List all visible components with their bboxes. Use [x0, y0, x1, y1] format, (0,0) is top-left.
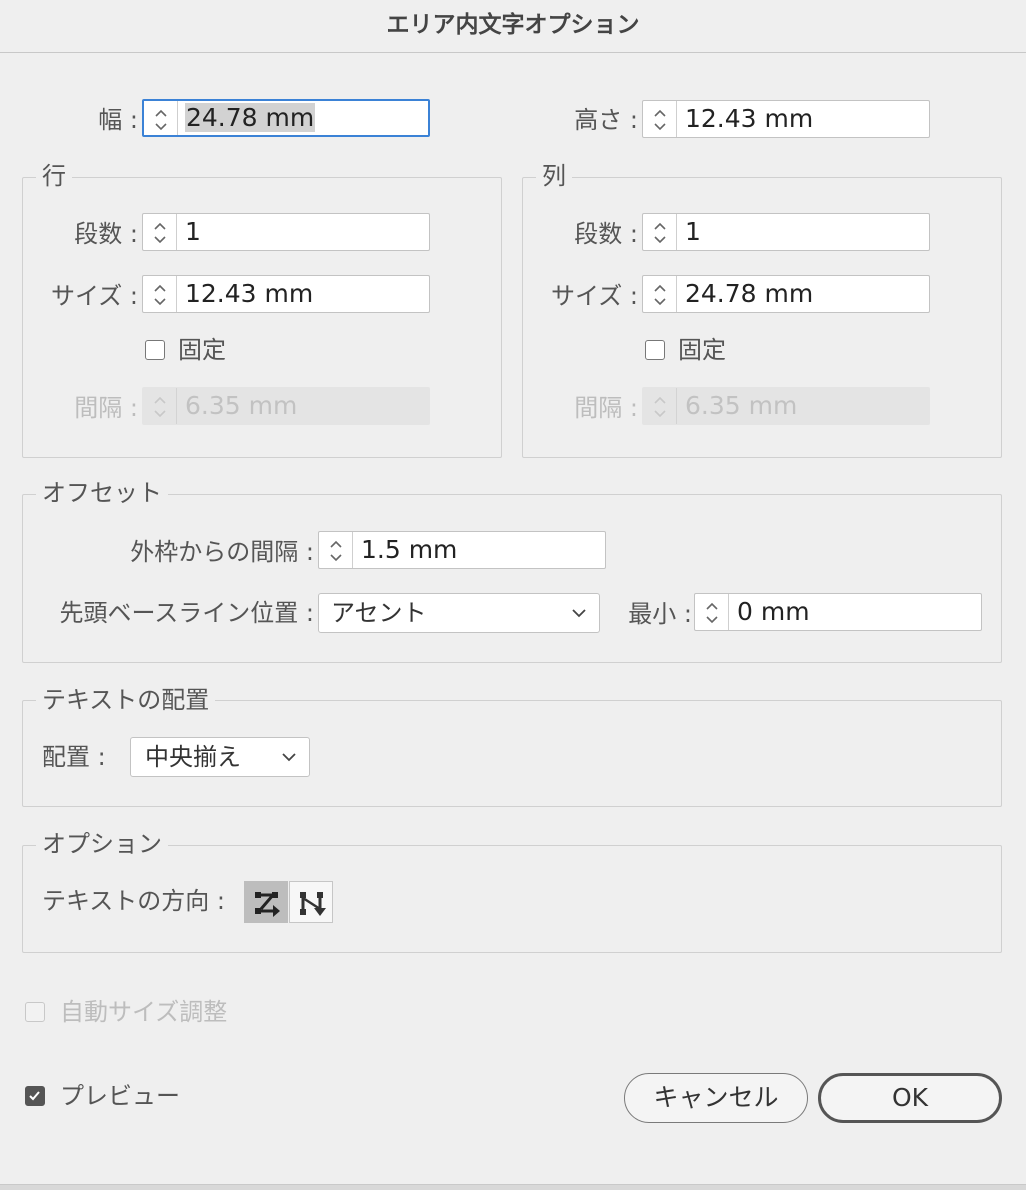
- dialog-title: エリア内文字オプション: [0, 0, 1026, 53]
- alignment-group-title: テキストの配置: [36, 685, 216, 715]
- checkmark-icon: [29, 1091, 40, 1101]
- stepper-arrows-icon: [155, 109, 167, 131]
- first-baseline-select[interactable]: アセント: [318, 593, 600, 633]
- first-baseline-label: 先頭ベースライン位置 :: [59, 599, 314, 627]
- rows-count-value: 1: [185, 217, 201, 246]
- stepper-arrows-icon: [706, 602, 718, 624]
- offset-group-title: オフセット: [36, 478, 168, 508]
- text-flow-label: テキストの方向 :: [42, 887, 225, 915]
- rows-count-stepper[interactable]: [143, 214, 177, 250]
- align-label: 配置 :: [42, 743, 106, 771]
- width-value: 24.78 mm: [185, 103, 316, 132]
- auto-size-checkbox: [25, 1002, 45, 1022]
- text-flow-columns-button[interactable]: [289, 881, 333, 923]
- stepper-arrows-icon: [654, 109, 666, 131]
- rows-gutter-field: 6.35 mm: [142, 387, 430, 425]
- columns-size-label: サイズ :: [551, 282, 638, 310]
- stepper-arrows-icon: [330, 540, 342, 562]
- stepper-arrows-icon: [654, 284, 666, 306]
- offset-group: [22, 494, 1002, 663]
- rows-size-value: 12.43 mm: [185, 279, 314, 308]
- cancel-button[interactable]: キャンセル: [624, 1073, 808, 1123]
- stepper-arrows-icon: [154, 222, 166, 244]
- rows-count-field[interactable]: 1: [142, 213, 430, 251]
- columns-fixed-label: 固定: [678, 336, 726, 364]
- stepper-arrows-icon: [654, 222, 666, 244]
- height-stepper[interactable]: [643, 101, 677, 137]
- stepper-arrows-icon: [154, 396, 166, 418]
- auto-size-label: 自動サイズ調整: [60, 998, 228, 1026]
- width-field[interactable]: 24.78 mm: [142, 99, 430, 137]
- columns-size-value: 24.78 mm: [685, 279, 814, 308]
- columns-gutter-value: 6.35 mm: [685, 391, 798, 420]
- width-label: 幅 :: [98, 106, 138, 134]
- preview-label: プレビュー: [60, 1082, 180, 1110]
- inset-spacing-field[interactable]: 1.5 mm: [318, 531, 606, 569]
- width-stepper[interactable]: [144, 101, 178, 135]
- min-stepper[interactable]: [695, 594, 729, 630]
- columns-size-stepper[interactable]: [643, 276, 677, 312]
- text-flow-rows-button[interactable]: [244, 881, 288, 923]
- rows-fixed-label: 固定: [178, 336, 226, 364]
- inset-spacing-value: 1.5 mm: [361, 535, 458, 564]
- rows-size-stepper[interactable]: [143, 276, 177, 312]
- columns-count-label: 段数 :: [574, 220, 638, 248]
- height-label: 高さ :: [574, 106, 638, 134]
- columns-size-field[interactable]: 24.78 mm: [642, 275, 930, 313]
- rows-gutter-value: 6.35 mm: [185, 391, 298, 420]
- align-select[interactable]: 中央揃え: [130, 737, 310, 777]
- columns-count-stepper[interactable]: [643, 214, 677, 250]
- height-value: 12.43 mm: [685, 104, 814, 133]
- columns-gutter-stepper: [643, 388, 677, 424]
- inset-spacing-label: 外枠からの間隔 :: [130, 538, 314, 566]
- height-field[interactable]: 12.43 mm: [642, 100, 930, 138]
- background-window-edge: [0, 1185, 1026, 1190]
- rows-group-title: 行: [36, 161, 72, 191]
- inset-spacing-stepper[interactable]: [319, 532, 353, 568]
- columns-fixed-checkbox[interactable]: [645, 340, 665, 360]
- ok-button[interactable]: OK: [818, 1073, 1002, 1123]
- chevron-down-icon: [572, 609, 586, 618]
- text-flow-by-rows-icon: [255, 892, 280, 917]
- columns-gutter-field: 6.35 mm: [642, 387, 930, 425]
- chevron-down-icon: [282, 753, 296, 762]
- columns-count-field[interactable]: 1: [642, 213, 930, 251]
- rows-count-label: 段数 :: [74, 220, 138, 248]
- align-value: 中央揃え: [145, 743, 241, 771]
- options-group-title: オプション: [36, 829, 168, 859]
- rows-size-label: サイズ :: [51, 282, 138, 310]
- rows-fixed-checkbox[interactable]: [145, 340, 165, 360]
- columns-gutter-label: 間隔 :: [574, 394, 638, 422]
- text-flow-by-columns-icon: [300, 892, 326, 916]
- columns-group-title: 列: [536, 161, 572, 191]
- columns-count-value: 1: [685, 217, 701, 246]
- first-baseline-value: アセント: [331, 599, 427, 627]
- stepper-arrows-icon: [154, 284, 166, 306]
- area-type-options-dialog: エリア内文字オプション 幅 : 24.78 mm 高さ : 12.43 mm 行…: [0, 0, 1026, 1185]
- rows-gutter-label: 間隔 :: [74, 394, 138, 422]
- stepper-arrows-icon: [654, 396, 666, 418]
- min-label: 最小 :: [628, 600, 692, 628]
- min-value: 0 mm: [737, 597, 810, 626]
- min-field[interactable]: 0 mm: [694, 593, 982, 631]
- preview-checkbox[interactable]: [25, 1086, 45, 1106]
- rows-gutter-stepper: [143, 388, 177, 424]
- rows-size-field[interactable]: 12.43 mm: [142, 275, 430, 313]
